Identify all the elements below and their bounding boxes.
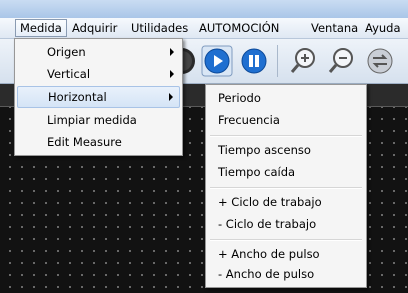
menu-item-label: Origen — [47, 45, 86, 59]
menu-item-limpiar-medida[interactable]: Limpiar medida — [17, 109, 180, 131]
pause-button[interactable] — [238, 45, 270, 77]
menu-adquirir[interactable]: Adquirir — [68, 20, 121, 36]
menu-item-tiempo-ascenso[interactable]: Tiempo ascenso — [208, 139, 364, 161]
menu-bar: Medida Adquirir Utilidades AUTOMOCIÓN Ve… — [0, 18, 408, 39]
medida-dropdown-menu: Origen Vertical Horizontal Limpiar medid… — [14, 38, 183, 156]
menu-item-ancho-positivo[interactable]: + Ancho de pulso — [208, 243, 364, 265]
submenu-arrow-icon — [169, 93, 173, 101]
menu-item-tiempo-caida[interactable]: Tiempo caída — [208, 161, 364, 183]
zoom-out-icon — [328, 48, 353, 73]
menu-item-periodo[interactable]: Periodo — [208, 87, 364, 109]
toolbar-separator — [277, 45, 278, 77]
menu-item-label: Edit Measure — [47, 135, 122, 149]
submenu-arrow-icon — [170, 48, 174, 56]
menu-ayuda[interactable]: Ayuda — [361, 20, 405, 36]
horizontal-submenu: Periodo Frecuencia Tiempo ascenso Tiempo… — [205, 84, 367, 288]
menu-item-ancho-negativo[interactable]: - Ancho de pulso — [208, 263, 364, 285]
zoom-in-button[interactable] — [287, 45, 319, 77]
menu-item-edit-measure[interactable]: Edit Measure — [17, 131, 180, 153]
menu-item-label: Horizontal — [48, 90, 107, 104]
menu-utilidades[interactable]: Utilidades — [127, 20, 192, 36]
menu-item-label: Limpiar medida — [47, 113, 137, 127]
submenu-arrow-icon — [170, 70, 174, 78]
menu-item-label: Vertical — [47, 67, 91, 81]
pause-icon — [241, 48, 267, 74]
menu-separator — [210, 135, 362, 137]
zoom-out-button[interactable] — [325, 45, 357, 77]
menu-item-origen[interactable]: Origen — [17, 41, 180, 63]
menu-medida[interactable]: Medida — [15, 19, 67, 37]
menu-separator — [210, 187, 362, 189]
menu-item-vertical[interactable]: Vertical — [17, 63, 180, 85]
zoom-in-icon — [290, 48, 315, 73]
menu-item-horizontal[interactable]: Horizontal — [17, 86, 180, 108]
menu-item-ciclo-negativo[interactable]: - Ciclo de trabajo — [208, 213, 364, 235]
autoset-button[interactable] — [364, 45, 396, 77]
menu-automocion[interactable]: AUTOMOCIÓN — [195, 20, 283, 36]
window-title-strip — [0, 0, 408, 18]
menu-item-frecuencia[interactable]: Frecuencia — [208, 109, 364, 131]
play-button[interactable] — [201, 45, 233, 77]
autoset-icon — [367, 48, 393, 74]
menu-separator — [210, 239, 362, 241]
play-icon — [201, 45, 233, 77]
menu-ventana[interactable]: Ventana — [307, 20, 362, 36]
menu-item-ciclo-positivo[interactable]: + Ciclo de trabajo — [208, 191, 364, 213]
